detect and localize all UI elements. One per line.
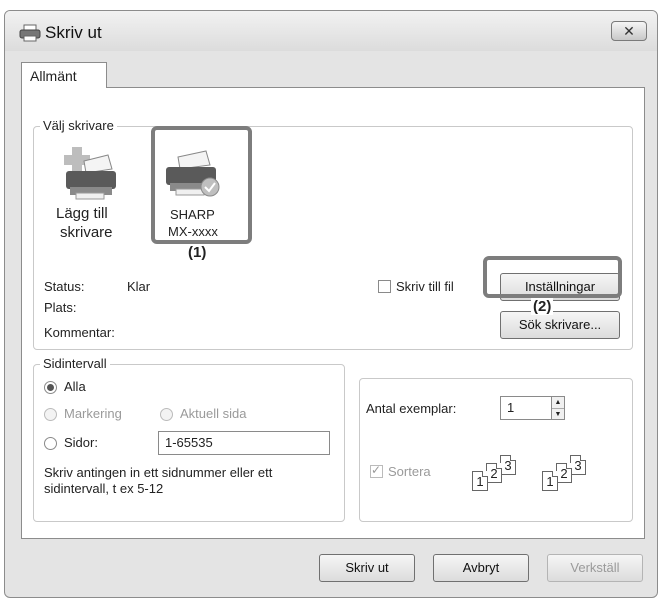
collate-checkbox[interactable] xyxy=(370,463,383,478)
tab-general[interactable]: Allmänt xyxy=(21,62,107,88)
add-printer-icon xyxy=(64,147,116,200)
status-label: Status: xyxy=(44,279,85,294)
spin-down-icon[interactable]: ▼ xyxy=(552,409,564,420)
callout-label-1: (1) xyxy=(186,244,209,261)
find-printer-button[interactable]: Sök skrivare... xyxy=(500,311,620,339)
page-icon: 1 xyxy=(542,471,558,491)
add-printer-label-line2: skrivare xyxy=(60,224,113,241)
title-bar[interactable]: Skriv ut ✕ xyxy=(5,11,657,51)
pages-input[interactable]: 1-65535 xyxy=(158,431,330,455)
comment-label: Kommentar: xyxy=(44,325,115,340)
add-printer-item[interactable]: Lägg till skrivare xyxy=(48,137,128,257)
select-printer-group: Välj skrivare Lägg till skrivare SHARP M… xyxy=(33,118,633,350)
add-printer-label-line1: Lägg till xyxy=(56,205,108,222)
page-range-group: Sidintervall Alla Markering Aktuell sida… xyxy=(33,356,345,522)
collate-label: Sortera xyxy=(388,464,431,479)
current-page-radio[interactable] xyxy=(160,408,173,421)
current-page-label: Aktuell sida xyxy=(180,406,247,421)
copies-input[interactable]: 1 xyxy=(500,396,552,420)
printer-highlight-box xyxy=(151,126,252,244)
preferences-highlight-box xyxy=(483,256,622,298)
page-icon: 2 xyxy=(486,463,502,483)
copies-label: Antal exemplar: xyxy=(366,401,457,416)
cancel-button[interactable]: Avbryt xyxy=(433,554,529,582)
print-dialog: Skriv ut ✕ Allmänt Välj skrivare Lägg ti… xyxy=(4,10,658,598)
print-button[interactable]: Skriv ut xyxy=(319,554,415,582)
page-icon: 1 xyxy=(472,471,488,491)
all-pages-label: Alla xyxy=(64,379,86,394)
page-range-help-line1: Skriv antingen in ett sidnummer eller et… xyxy=(44,465,273,480)
pages-radio[interactable] xyxy=(44,437,57,450)
location-label: Plats: xyxy=(44,300,77,315)
status-value: Klar xyxy=(127,279,151,294)
selection-radio[interactable] xyxy=(44,408,57,421)
collate-illustration-2: 3 2 1 xyxy=(542,455,602,495)
close-button[interactable]: ✕ xyxy=(611,21,647,41)
page-icon: 3 xyxy=(570,455,586,475)
page-range-group-label: Sidintervall xyxy=(40,356,110,371)
copies-group: Antal exemplar: 1 ▲ ▼ Sortera 3 2 1 3 2 … xyxy=(359,378,633,522)
window-title: Skriv ut xyxy=(45,23,102,42)
print-to-file-checkbox[interactable] xyxy=(378,280,391,293)
copies-spinner[interactable]: ▲ ▼ xyxy=(551,396,565,420)
collate-illustration-1: 3 2 1 xyxy=(472,455,532,495)
printer-icon xyxy=(19,24,41,42)
page-icon: 2 xyxy=(556,463,572,483)
select-printer-group-label: Välj skrivare xyxy=(40,118,117,133)
all-pages-radio[interactable] xyxy=(44,381,57,394)
apply-button[interactable]: Verkställ xyxy=(547,554,643,582)
spin-up-icon[interactable]: ▲ xyxy=(552,397,564,409)
page-icon: 3 xyxy=(500,455,516,475)
pages-label: Sidor: xyxy=(64,435,98,450)
page-range-help-line2: sidintervall, t ex 5-12 xyxy=(44,481,164,496)
print-to-file-label: Skriv till fil xyxy=(396,279,454,294)
callout-label-2: (2) xyxy=(531,298,554,315)
selection-label: Markering xyxy=(64,406,122,421)
